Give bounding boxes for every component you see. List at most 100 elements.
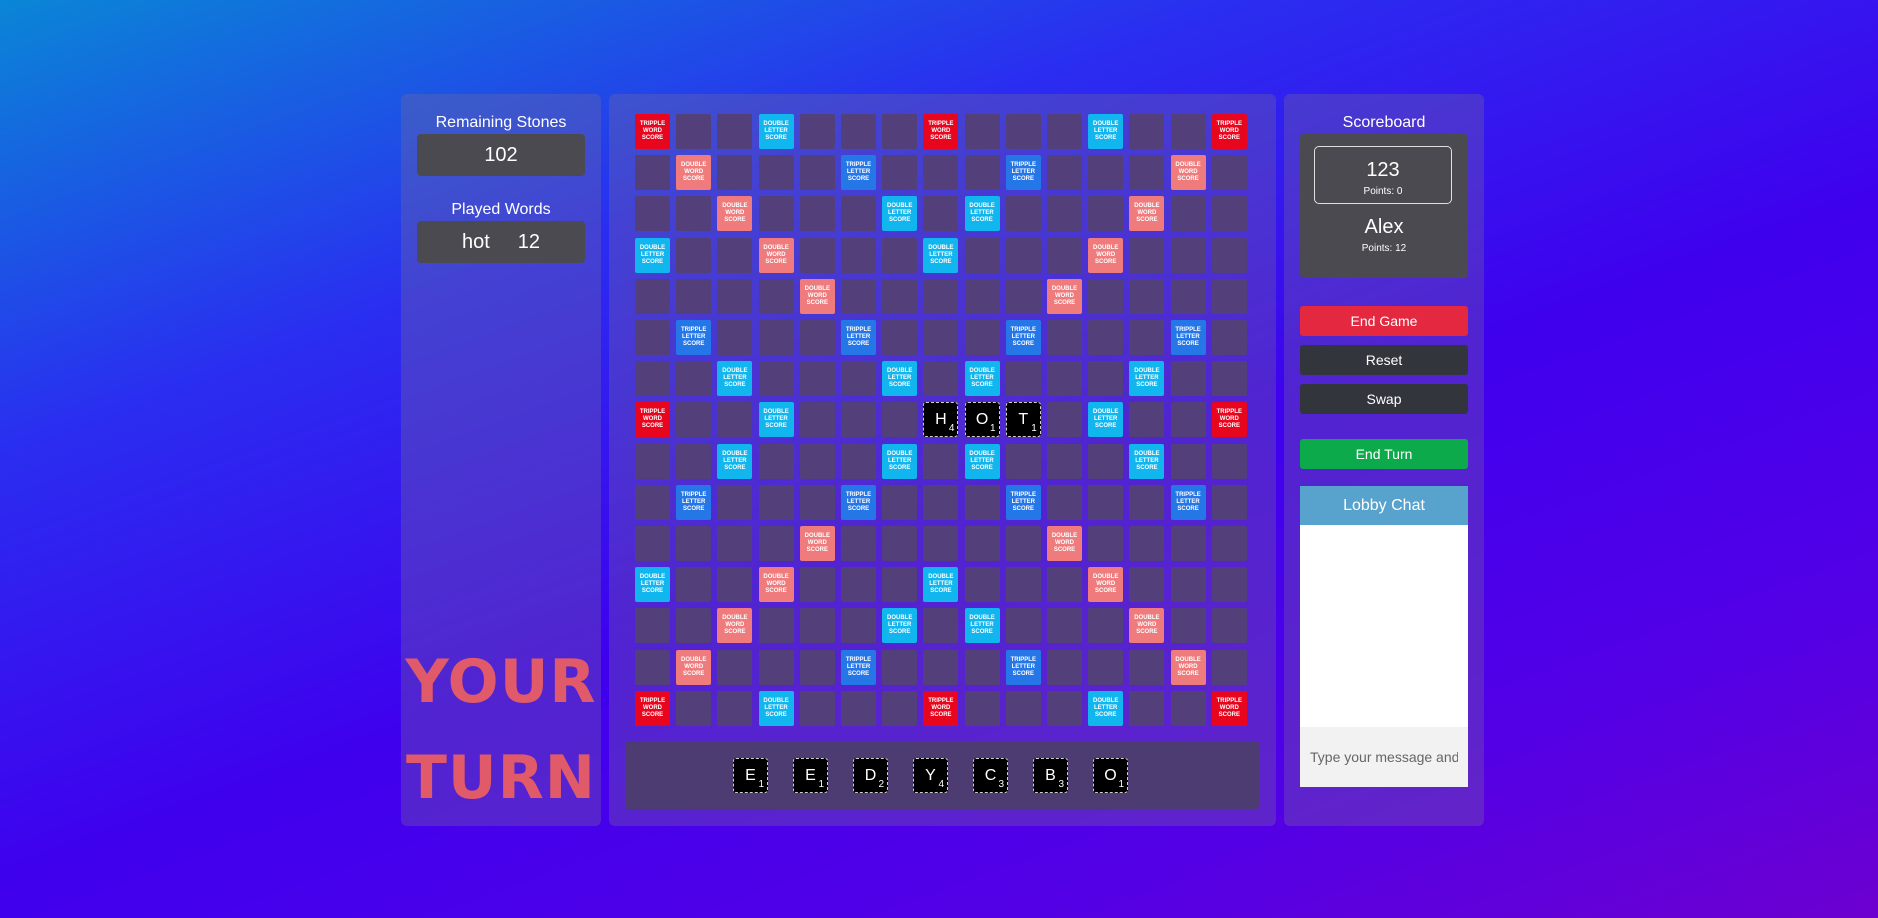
board-cell[interactable]: [635, 443, 670, 479]
board-cell[interactable]: [1129, 155, 1165, 191]
board-cell[interactable]: [923, 278, 959, 314]
board-cell[interactable]: [1047, 443, 1082, 479]
double-letter-cell[interactable]: DOUBLE LETTER SCORE: [923, 567, 959, 603]
double-word-cell[interactable]: DOUBLE WORD SCORE: [758, 237, 794, 273]
double-letter-cell[interactable]: DOUBLE LETTER SCORE: [1129, 361, 1165, 397]
board-cell[interactable]: [1129, 567, 1165, 603]
board-cell[interactable]: [758, 320, 794, 355]
board-cell[interactable]: [964, 690, 1000, 726]
double-letter-cell[interactable]: DOUBLE LETTER SCORE: [758, 690, 794, 726]
end-game-button[interactable]: End Game: [1300, 306, 1468, 336]
board-cell[interactable]: [923, 155, 959, 191]
board-cell[interactable]: [841, 114, 876, 149]
board-cell[interactable]: [717, 278, 753, 314]
board-cell[interactable]: [635, 278, 670, 314]
double-word-cell[interactable]: DOUBLE WORD SCORE: [676, 649, 712, 685]
board-cell[interactable]: [1088, 196, 1124, 232]
board-cell[interactable]: [1170, 443, 1206, 479]
board-cell[interactable]: [964, 237, 1000, 273]
rack-tile[interactable]: B3: [1033, 758, 1068, 793]
board-cell[interactable]: [923, 196, 959, 232]
board-cell[interactable]: [1005, 567, 1041, 603]
board-cell[interactable]: [676, 402, 712, 438]
double-word-cell[interactable]: DOUBLE WORD SCORE: [1170, 649, 1206, 685]
board-cell[interactable]: [676, 196, 712, 232]
double-letter-cell[interactable]: DOUBLE LETTER SCORE: [882, 443, 918, 479]
board-cell[interactable]: [1211, 237, 1247, 273]
board-cell[interactable]: [758, 361, 794, 397]
double-letter-cell[interactable]: DOUBLE LETTER SCORE: [882, 196, 918, 232]
board-cell[interactable]: [1129, 278, 1165, 314]
board-cell[interactable]: [676, 567, 712, 603]
double-word-cell[interactable]: DOUBLE WORD SCORE: [1047, 526, 1082, 561]
board-cell[interactable]: [717, 690, 753, 726]
board-cell[interactable]: [717, 567, 753, 603]
board-cell[interactable]: [717, 484, 753, 520]
triple-letter-cell[interactable]: TRIPPLE LETTER SCORE: [1005, 484, 1041, 520]
rack-tile[interactable]: E1: [793, 758, 828, 793]
board-cell[interactable]: [1211, 155, 1247, 191]
double-letter-cell[interactable]: DOUBLE LETTER SCORE: [1088, 690, 1124, 726]
board-cell[interactable]: [1211, 484, 1247, 520]
board-cell[interactable]: [717, 155, 753, 191]
board-cell[interactable]: [1047, 155, 1082, 191]
board-cell[interactable]: [799, 196, 835, 232]
rack-tile[interactable]: C3: [973, 758, 1008, 793]
board-cell[interactable]: [758, 196, 794, 232]
board-cell[interactable]: [1047, 196, 1082, 232]
board-cell[interactable]: [717, 320, 753, 355]
board-cell[interactable]: [1005, 196, 1041, 232]
board-cell[interactable]: [1047, 567, 1082, 603]
board-cell[interactable]: [1129, 402, 1165, 438]
triple-letter-cell[interactable]: TRIPPLE LETTER SCORE: [841, 484, 876, 520]
double-letter-cell[interactable]: DOUBLE LETTER SCORE: [964, 443, 1000, 479]
board-cell[interactable]: [1088, 443, 1124, 479]
end-turn-button[interactable]: End Turn: [1300, 439, 1468, 469]
swap-button[interactable]: Swap: [1300, 384, 1468, 414]
board-cell[interactable]: [676, 690, 712, 726]
board-cell[interactable]: [841, 443, 876, 479]
double-letter-cell[interactable]: DOUBLE LETTER SCORE: [1088, 402, 1124, 438]
board-cell[interactable]: [923, 361, 959, 397]
board-cell[interactable]: [635, 361, 670, 397]
board-cell[interactable]: [799, 237, 835, 273]
board-cell[interactable]: [799, 690, 835, 726]
board-cell[interactable]: [1129, 649, 1165, 685]
board-cell[interactable]: [799, 155, 835, 191]
board-cell[interactable]: [1211, 526, 1247, 561]
double-word-cell[interactable]: DOUBLE WORD SCORE: [1170, 155, 1206, 191]
rack-tile[interactable]: Y4: [913, 758, 948, 793]
board-cell[interactable]: [1129, 484, 1165, 520]
board-cell[interactable]: [635, 484, 670, 520]
board-cell[interactable]: [635, 526, 670, 561]
board-cell[interactable]: [1005, 114, 1041, 149]
board-cell[interactable]: [717, 526, 753, 561]
board-cell[interactable]: [964, 114, 1000, 149]
board-cell[interactable]: [1170, 114, 1206, 149]
double-word-cell[interactable]: DOUBLE WORD SCORE: [1088, 237, 1124, 273]
double-letter-cell[interactable]: DOUBLE LETTER SCORE: [717, 361, 753, 397]
double-word-cell[interactable]: DOUBLE WORD SCORE: [799, 526, 835, 561]
board-cell[interactable]: [923, 320, 959, 355]
board-cell[interactable]: [676, 526, 712, 561]
board-cell[interactable]: [1211, 196, 1247, 232]
board-cell[interactable]: [882, 567, 918, 603]
board-cell[interactable]: [1088, 526, 1124, 561]
board-cell[interactable]: [964, 484, 1000, 520]
triple-word-cell[interactable]: TRIPPLE WORD SCORE: [635, 690, 670, 726]
board-cell[interactable]: [882, 484, 918, 520]
board-cell[interactable]: [717, 649, 753, 685]
chat-message-input[interactable]: [1300, 727, 1468, 787]
board-cell[interactable]: [799, 114, 835, 149]
double-letter-cell[interactable]: DOUBLE LETTER SCORE: [882, 361, 918, 397]
board-cell[interactable]: [1129, 114, 1165, 149]
board-cell[interactable]: [1047, 608, 1082, 644]
board-cell[interactable]: [1129, 526, 1165, 561]
board-cell[interactable]: [882, 114, 918, 149]
board-cell[interactable]: [1211, 608, 1247, 644]
board-cell[interactable]: [1170, 608, 1206, 644]
board-cell[interactable]: [923, 526, 959, 561]
board-cell[interactable]: [1211, 361, 1247, 397]
board-cell[interactable]: [1170, 526, 1206, 561]
board-cell[interactable]: [923, 649, 959, 685]
